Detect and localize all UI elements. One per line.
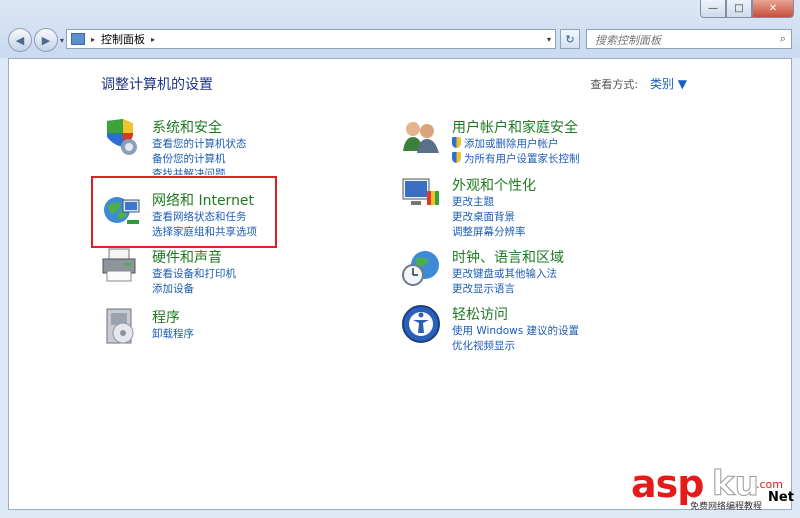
appearance-icon — [402, 178, 439, 205]
category-title[interactable]: 外观和个性化 — [452, 175, 536, 195]
programs-icon — [106, 308, 134, 344]
navigation-buttons: ◀ ▶ ▾ — [8, 28, 64, 52]
control-panel-content: 调整计算机的设置 查看方式: 类别 ▼ 系统和安全 查看您的计算机状态 备份您的… — [8, 58, 792, 510]
link-backup-computer[interactable]: 备份您的计算机 — [152, 151, 226, 166]
link-text[interactable]: 添加或删除用户帐户 — [464, 138, 559, 150]
breadcrumb-separator[interactable]: ▸ — [91, 35, 95, 44]
category-clock-language-region: 时钟、语言和区域 更改键盘或其他输入法 更改显示语言 — [401, 247, 701, 307]
forward-button[interactable]: ▶ — [34, 28, 58, 52]
link-optimize-visual-display[interactable]: 优化视频显示 — [452, 338, 515, 353]
uac-shield-icon — [452, 137, 461, 148]
minimize-button[interactable]: — — [700, 0, 726, 18]
window-titlebar: — □ ✕ ◀ ▶ ▾ ▸ 控制面板 ▸ ▾ ↻ ⌕ — [0, 0, 800, 58]
link-parental-controls[interactable]: 为所有用户设置家长控制 — [452, 151, 580, 166]
link-troubleshoot[interactable]: 查找并解决问题 — [152, 166, 226, 175]
view-by: 查看方式: 类别 ▼ — [590, 75, 687, 92]
refresh-button[interactable]: ↻ — [560, 29, 580, 49]
link-check-computer-status[interactable]: 查看您的计算机状态 — [152, 136, 247, 151]
watermark-subtitle: 免费网络编程教程 — [690, 502, 763, 512]
close-button[interactable]: ✕ — [752, 0, 794, 18]
back-button[interactable]: ◀ — [8, 28, 32, 52]
breadcrumb-control-panel[interactable]: 控制面板 — [101, 31, 145, 47]
link-change-theme[interactable]: 更改主题 — [452, 194, 494, 209]
link-add-device[interactable]: 添加设备 — [152, 281, 194, 296]
window-controls: — □ ✕ — [700, 0, 794, 18]
control-panel-icon — [71, 33, 85, 45]
link-change-desktop-background[interactable]: 更改桌面背景 — [452, 209, 515, 224]
view-by-dropdown[interactable]: 类别 ▼ — [650, 77, 687, 91]
category-ease-of-access: 轻松访问 使用 Windows 建议的设置 优化视频显示 — [401, 304, 701, 364]
category-title[interactable]: 硬件和声音 — [152, 247, 222, 267]
clock-globe-icon — [402, 251, 439, 286]
printer-icon — [102, 248, 136, 282]
highlight-box — [91, 176, 277, 248]
category-title[interactable]: 系统和安全 — [152, 117, 222, 137]
category-hardware-sound: 硬件和声音 查看设备和打印机 添加设备 — [101, 247, 401, 307]
link-change-display-language[interactable]: 更改显示语言 — [452, 281, 515, 296]
link-windows-suggested-settings[interactable]: 使用 Windows 建议的设置 — [452, 323, 579, 338]
category-title[interactable]: 轻松访问 — [452, 304, 508, 324]
category-user-accounts: 用户帐户和家庭安全 添加或删除用户帐户 为所有用户设置家长控制 — [401, 117, 701, 177]
maximize-button[interactable]: □ — [726, 0, 752, 18]
link-devices-printers[interactable]: 查看设备和打印机 — [152, 266, 236, 281]
page-title: 调整计算机的设置 — [101, 77, 213, 93]
link-text[interactable]: 为所有用户设置家长控制 — [464, 153, 580, 165]
search-icon[interactable]: ⌕ — [780, 32, 786, 46]
ease-of-access-icon — [402, 305, 440, 343]
link-screen-resolution[interactable]: 调整屏幕分辨率 — [452, 224, 526, 239]
view-by-label: 查看方式: — [590, 78, 639, 91]
uac-shield-icon — [452, 152, 461, 163]
recent-pages-dropdown[interactable]: ▾ — [60, 36, 64, 52]
link-add-remove-users[interactable]: 添加或删除用户帐户 — [452, 136, 559, 151]
system-security-icon — [107, 119, 137, 155]
category-title[interactable]: 时钟、语言和区域 — [452, 247, 564, 267]
category-appearance: 外观和个性化 更改主题 更改桌面背景 调整屏幕分辨率 — [401, 175, 701, 238]
users-icon — [403, 122, 439, 153]
search-input[interactable] — [593, 31, 767, 49]
link-uninstall-program[interactable]: 卸载程序 — [152, 326, 194, 341]
category-programs: 程序 卸载程序 — [101, 307, 401, 367]
watermark-ku: ku — [712, 464, 760, 505]
link-change-keyboard[interactable]: 更改键盘或其他输入法 — [452, 266, 557, 281]
breadcrumb-separator-after[interactable]: ▸ — [151, 35, 155, 44]
category-title[interactable]: 用户帐户和家庭安全 — [452, 117, 578, 137]
address-bar[interactable]: ▸ 控制面板 ▸ ▾ — [66, 29, 556, 49]
category-system-security: 系统和安全 查看您的计算机状态 备份您的计算机 查找并解决问题 — [101, 117, 401, 177]
watermark-net: Net — [768, 490, 794, 505]
address-dropdown[interactable]: ▾ — [547, 35, 551, 44]
category-title[interactable]: 程序 — [152, 307, 180, 327]
search-box[interactable]: ⌕ — [586, 29, 792, 49]
